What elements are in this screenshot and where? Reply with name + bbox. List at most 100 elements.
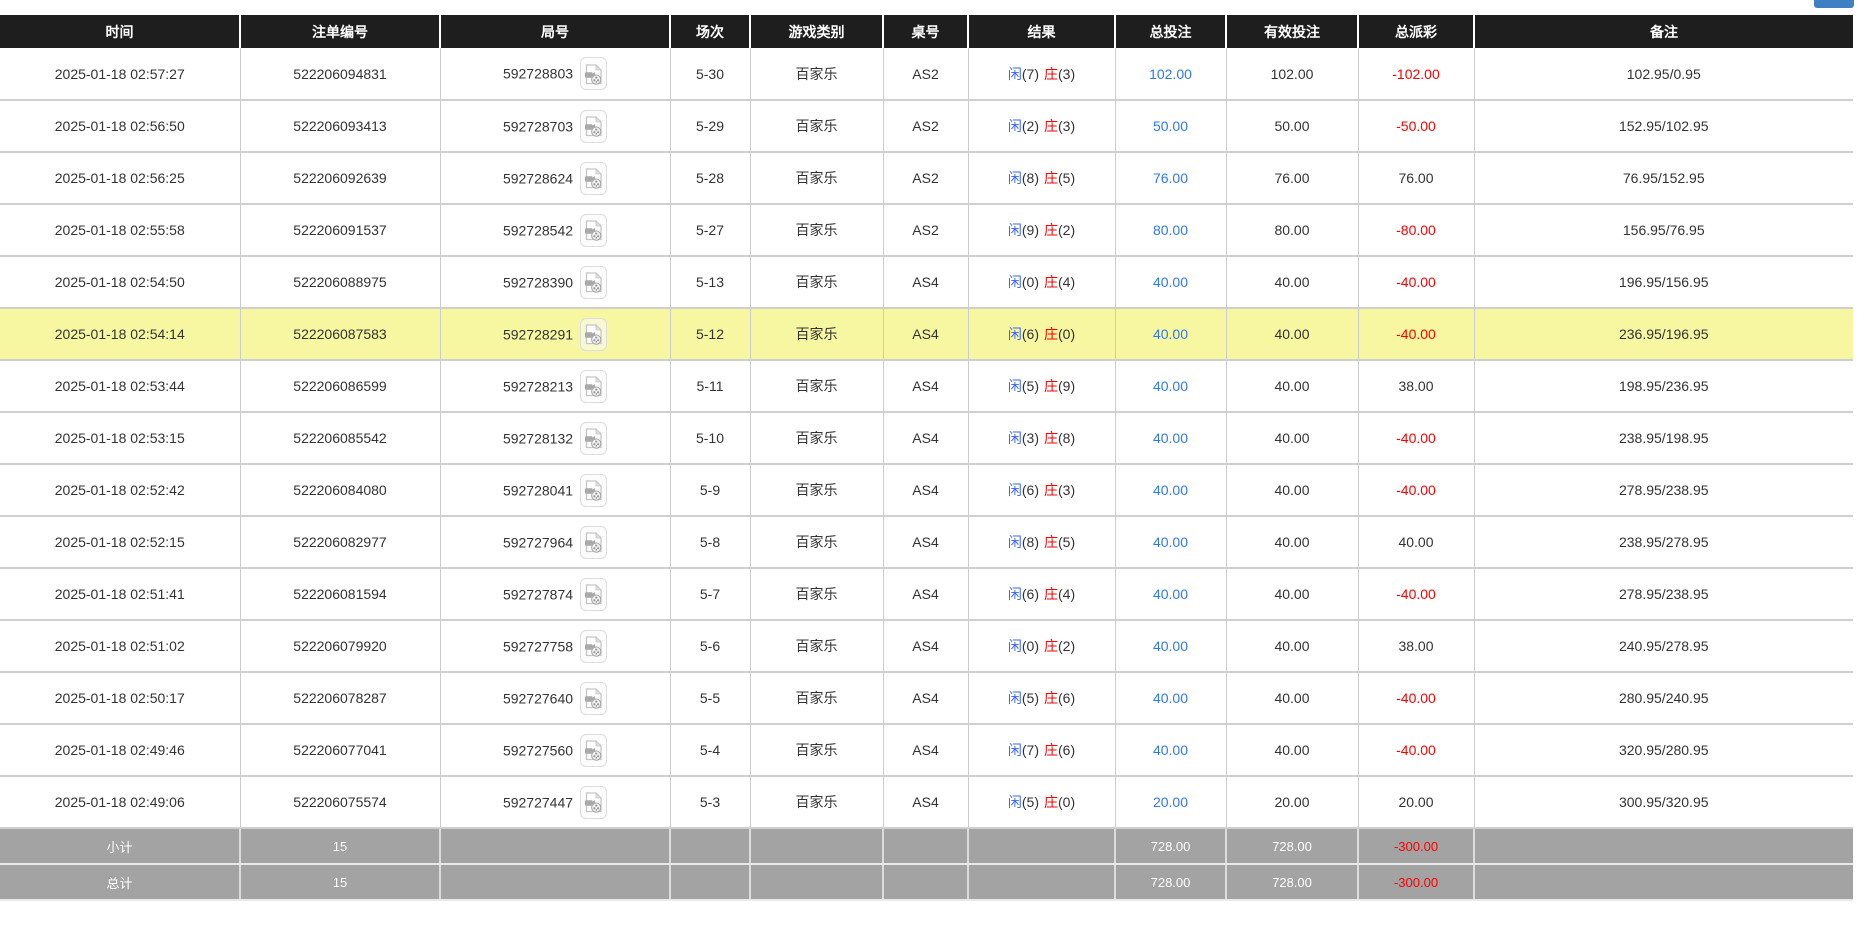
table-row[interactable]: 2025-01-18 02:55:58 522206091537 5927285… (0, 204, 1853, 256)
cell-valid-bet: 80.00 (1226, 204, 1358, 256)
round-video-button[interactable] (580, 578, 607, 611)
cell-valid-bet: 40.00 (1226, 256, 1358, 308)
summary-payout: -300.00 (1358, 864, 1474, 900)
cell-round: 592728291 (440, 308, 670, 360)
round-video-button[interactable] (580, 266, 607, 299)
cell-bet-id: 522206088975 (240, 256, 440, 308)
result-banker-label: 庄 (1044, 222, 1058, 238)
cell-total-bet[interactable]: 40.00 (1115, 672, 1226, 724)
round-video-button[interactable] (580, 630, 607, 663)
cell-table-id: AS4 (883, 516, 968, 568)
cell-total-bet[interactable]: 40.00 (1115, 724, 1226, 776)
cell-valid-bet: 40.00 (1226, 620, 1358, 672)
table-row[interactable]: 2025-01-18 02:52:15 522206082977 5927279… (0, 516, 1853, 568)
result-banker-label: 庄 (1044, 430, 1058, 446)
result-banker-points: (5) (1058, 534, 1075, 550)
cell-total-bet[interactable]: 40.00 (1115, 256, 1226, 308)
summary-count: 15 (240, 828, 440, 864)
result-player-points: (3) (1022, 430, 1039, 446)
cell-payout: -102.00 (1358, 48, 1474, 100)
cell-table-id: AS2 (883, 48, 968, 100)
round-video-button[interactable] (580, 474, 607, 507)
table-footer: 小计 15 728.00 728.00 -300.00 总计 15 728.00… (0, 828, 1853, 900)
table-row[interactable]: 2025-01-18 02:57:27 522206094831 5927288… (0, 48, 1853, 100)
table-row[interactable]: 2025-01-18 02:51:02 522206079920 5927277… (0, 620, 1853, 672)
cell-total-bet[interactable]: 40.00 (1115, 412, 1226, 464)
result-banker-points: (6) (1058, 742, 1075, 758)
column-header-remark: 备注 (1474, 15, 1853, 48)
round-video-button[interactable] (580, 162, 607, 195)
summary-count: 15 (240, 864, 440, 900)
table-row[interactable]: 2025-01-18 02:51:41 522206081594 5927278… (0, 568, 1853, 620)
table-row[interactable]: 2025-01-18 02:53:44 522206086599 5927282… (0, 360, 1853, 412)
round-video-button[interactable] (580, 214, 607, 247)
cell-table-id: AS4 (883, 724, 968, 776)
cell-time: 2025-01-18 02:53:44 (0, 360, 240, 412)
cell-total-bet[interactable]: 80.00 (1115, 204, 1226, 256)
cell-result: 闲(6)庄(3) (968, 464, 1115, 516)
cell-total-bet[interactable]: 40.00 (1115, 516, 1226, 568)
cell-result: 闲(0)庄(2) (968, 620, 1115, 672)
cell-remark: 300.95/320.95 (1474, 776, 1853, 828)
round-video-button[interactable] (580, 682, 607, 715)
cell-time: 2025-01-18 02:50:17 (0, 672, 240, 724)
round-video-button[interactable] (580, 526, 607, 559)
result-player-points: (7) (1022, 66, 1039, 82)
table-row[interactable]: 2025-01-18 02:49:06 522206075574 5927274… (0, 776, 1853, 828)
cell-time: 2025-01-18 02:51:02 (0, 620, 240, 672)
result-banker-label: 庄 (1044, 378, 1058, 394)
column-header-session: 场次 (670, 15, 750, 48)
cell-remark: 156.95/76.95 (1474, 204, 1853, 256)
cell-session: 5-27 (670, 204, 750, 256)
round-video-button[interactable] (580, 370, 607, 403)
round-video-button[interactable] (580, 786, 607, 819)
round-video-button[interactable] (580, 110, 607, 143)
table-row[interactable]: 2025-01-18 02:56:25 522206092639 5927286… (0, 152, 1853, 204)
result-player-label: 闲 (1008, 170, 1022, 186)
top-right-button[interactable] (1814, 0, 1854, 8)
table-row[interactable]: 2025-01-18 02:49:46 522206077041 5927275… (0, 724, 1853, 776)
cell-total-bet[interactable]: 40.00 (1115, 360, 1226, 412)
video-file-icon (585, 792, 602, 813)
cell-payout: 38.00 (1358, 620, 1474, 672)
round-video-button[interactable] (580, 318, 607, 351)
cell-total-bet[interactable]: 50.00 (1115, 100, 1226, 152)
cell-total-bet[interactable]: 40.00 (1115, 308, 1226, 360)
cell-total-bet[interactable]: 20.00 (1115, 776, 1226, 828)
cell-total-bet[interactable]: 40.00 (1115, 464, 1226, 516)
table-row[interactable]: 2025-01-18 02:52:42 522206084080 5927280… (0, 464, 1853, 516)
round-number: 592727758 (503, 638, 573, 654)
summary-row: 总计 15 728.00 728.00 -300.00 (0, 864, 1853, 900)
cell-valid-bet: 50.00 (1226, 100, 1358, 152)
table-row[interactable]: 2025-01-18 02:53:15 522206085542 5927281… (0, 412, 1853, 464)
cell-round: 592727640 (440, 672, 670, 724)
result-player-label: 闲 (1008, 742, 1022, 758)
round-video-button[interactable] (580, 422, 607, 455)
round-number: 592727640 (503, 690, 573, 706)
cell-total-bet[interactable]: 40.00 (1115, 568, 1226, 620)
table-body: 2025-01-18 02:57:27 522206094831 5927288… (0, 48, 1853, 828)
cell-bet-id: 522206075574 (240, 776, 440, 828)
cell-session: 5-6 (670, 620, 750, 672)
cell-total-bet[interactable]: 76.00 (1115, 152, 1226, 204)
cell-valid-bet: 76.00 (1226, 152, 1358, 204)
result-banker-label: 庄 (1044, 690, 1058, 706)
table-row[interactable]: 2025-01-18 02:56:50 522206093413 5927287… (0, 100, 1853, 152)
cell-payout: -40.00 (1358, 464, 1474, 516)
video-file-icon (585, 532, 602, 553)
table-row[interactable]: 2025-01-18 02:50:17 522206078287 5927276… (0, 672, 1853, 724)
cell-time: 2025-01-18 02:54:50 (0, 256, 240, 308)
cell-total-bet[interactable]: 40.00 (1115, 620, 1226, 672)
cell-result: 闲(5)庄(9) (968, 360, 1115, 412)
cell-session: 5-7 (670, 568, 750, 620)
cell-valid-bet: 40.00 (1226, 308, 1358, 360)
table-row[interactable]: 2025-01-18 02:54:50 522206088975 5927283… (0, 256, 1853, 308)
table-row[interactable]: 2025-01-18 02:54:14 522206087583 5927282… (0, 308, 1853, 360)
cell-total-bet[interactable]: 102.00 (1115, 48, 1226, 100)
cell-game-type: 百家乐 (750, 672, 883, 724)
round-video-button[interactable] (580, 57, 607, 90)
result-player-label: 闲 (1008, 222, 1022, 238)
round-video-button[interactable] (580, 734, 607, 767)
result-banker-points: (0) (1058, 326, 1075, 342)
result-player-label: 闲 (1008, 638, 1022, 654)
